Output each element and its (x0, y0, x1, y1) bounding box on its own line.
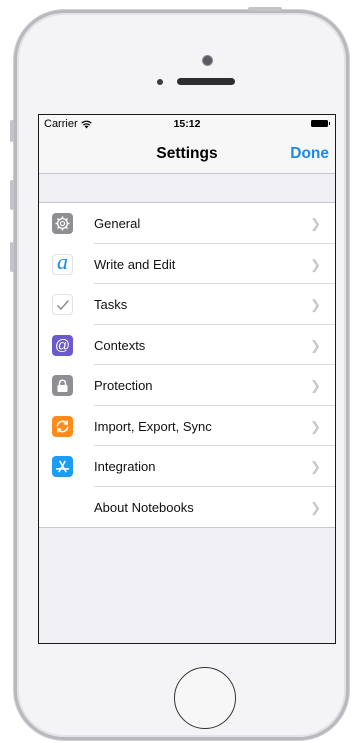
sync-icon (52, 415, 73, 437)
script-a-icon: a (52, 250, 73, 275)
lock-icon (52, 375, 73, 396)
settings-item-integration[interactable]: Integration ❯ (39, 446, 335, 487)
gear-icon (52, 213, 73, 234)
screen: Carrier 15:12 Settings Done General ❯ a … (38, 114, 336, 644)
power-button[interactable] (248, 7, 282, 11)
checkmark-icon (52, 294, 73, 315)
home-button[interactable] (174, 667, 236, 729)
settings-item-protection[interactable]: Protection ❯ (39, 365, 335, 406)
settings-item-write-and-edit[interactable]: a Write and Edit ❯ (39, 244, 335, 284)
settings-item-label: Write and Edit (94, 256, 176, 272)
done-button[interactable]: Done (290, 145, 329, 163)
chevron-right-icon: ❯ (310, 256, 321, 272)
earpiece-speaker (177, 78, 235, 85)
chevron-right-icon: ❯ (310, 378, 321, 393)
volume-down-button[interactable] (10, 242, 14, 272)
settings-item-label: Import, Export, Sync (94, 418, 212, 434)
chevron-right-icon: ❯ (310, 216, 321, 231)
proximity-sensor (157, 79, 163, 85)
battery-icon (311, 120, 330, 127)
chevron-right-icon: ❯ (310, 418, 321, 434)
app-store-icon (52, 456, 73, 477)
settings-item-label: Integration (94, 459, 156, 474)
front-camera (202, 55, 213, 66)
section-spacer (39, 174, 335, 202)
settings-item-about-notebooks[interactable]: About Notebooks ❯ (39, 487, 335, 528)
volume-up-button[interactable] (10, 180, 14, 210)
navigation-bar: Settings Done (39, 133, 335, 174)
settings-item-label: Tasks (94, 297, 128, 312)
status-time: 15:12 (173, 118, 201, 130)
settings-item-tasks[interactable]: Tasks ❯ (39, 284, 335, 325)
chevron-right-icon: ❯ (310, 459, 321, 474)
settings-item-label: About Notebooks (94, 499, 194, 515)
settings-item-label: Protection (94, 378, 153, 393)
settings-item-label: General (94, 216, 141, 231)
chevron-right-icon: ❯ (310, 337, 321, 353)
chevron-right-icon: ❯ (310, 499, 321, 515)
settings-item-general[interactable]: General ❯ (39, 203, 335, 244)
settings-item-label: Contexts (94, 337, 146, 353)
settings-list: General ❯ a Write and Edit ❯ Tasks ❯ @ C… (39, 202, 335, 528)
at-sign-icon: @ (52, 334, 73, 356)
settings-item-contexts[interactable]: @ Contexts ❯ (39, 325, 335, 365)
settings-item-import-export-sync[interactable]: Import, Export, Sync ❯ (39, 406, 335, 446)
mute-switch[interactable] (10, 120, 14, 142)
status-bar: Carrier 15:12 (39, 115, 335, 133)
chevron-right-icon: ❯ (310, 297, 321, 312)
